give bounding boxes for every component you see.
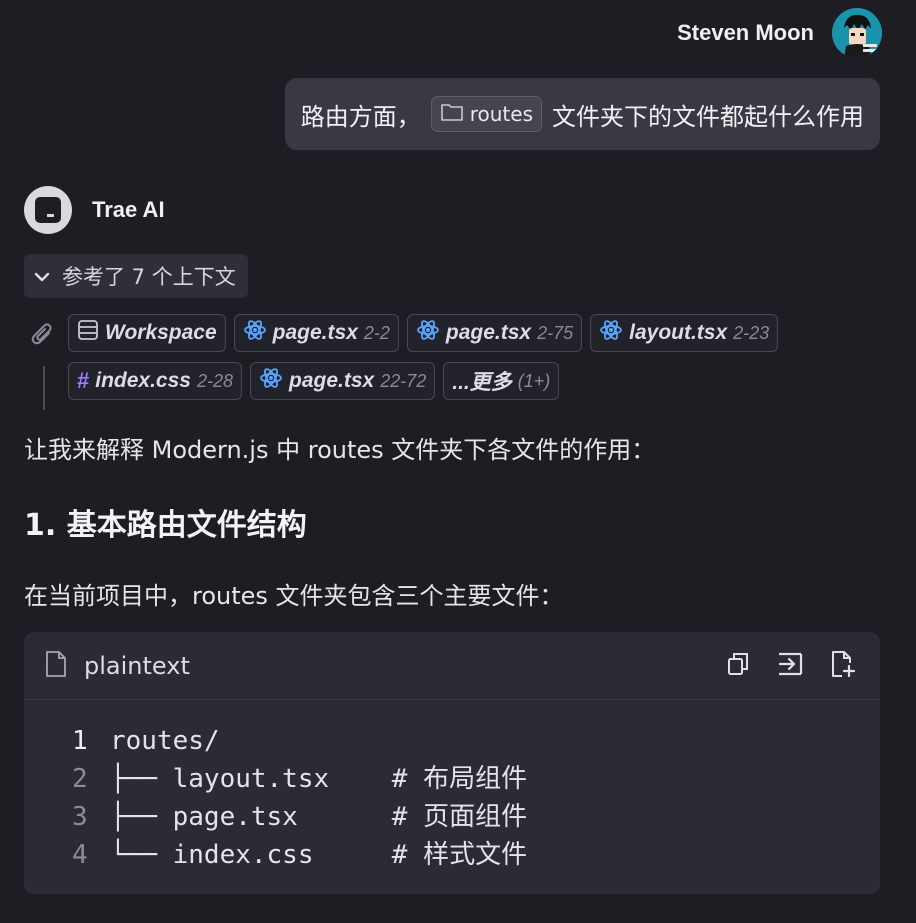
context-toggle[interactable]: 参考了 7 个上下文	[24, 254, 248, 298]
context-chip-name: layout.tsx	[629, 321, 728, 344]
code-text: ├── page.tsx # 页面组件	[110, 802, 528, 832]
code-text: └── index.css # 样式文件	[110, 840, 528, 870]
context-chip-workspace[interactable]: Workspace	[68, 314, 226, 352]
new-file-icon[interactable]	[830, 650, 856, 682]
answer-intro: 让我来解释 Modern.js 中 routes 文件夹下各文件的作用：	[24, 436, 656, 464]
folder-reference-chip[interactable]: routes	[430, 96, 542, 132]
css-hash-icon: #	[77, 368, 90, 393]
assistant-name: Trae AI	[92, 197, 165, 222]
context-chip-name: Workspace	[105, 321, 217, 344]
context-chip-file[interactable]: page.tsx 2-2	[233, 314, 399, 352]
context-chip-more[interactable]: ...更多 (1+)	[443, 362, 560, 400]
insert-code-icon[interactable]	[776, 651, 804, 681]
code-block-header: plaintext	[24, 632, 880, 700]
context-chip-range: (1+)	[517, 370, 551, 391]
context-chip-name: page.tsx	[272, 321, 358, 344]
user-name: Steven Moon	[677, 20, 814, 45]
chevron-down-icon	[34, 264, 50, 288]
code-text: routes/	[110, 726, 220, 756]
user-message-text-after: 文件夹下的文件都起什么作用	[552, 102, 864, 131]
copy-icon[interactable]	[726, 651, 750, 681]
context-chip-file[interactable]: page.tsx 2-75	[406, 314, 583, 352]
context-chip-name: page.tsx	[289, 369, 375, 392]
file-icon	[44, 650, 68, 682]
code-line: 2 ├── layout.tsx # 布局组件	[72, 760, 880, 798]
line-number: 4	[72, 840, 88, 870]
react-icon	[416, 318, 440, 348]
folder-icon	[440, 102, 464, 127]
folder-chip-label: routes	[469, 102, 533, 126]
assistant-header: Trae AI	[24, 186, 165, 234]
context-chip-name: ...更多	[452, 371, 512, 394]
context-toggle-label: 参考了 7 个上下文	[62, 265, 236, 289]
context-chip-range: 2-23	[733, 322, 770, 343]
code-text: ├── layout.tsx # 布局组件	[110, 764, 528, 794]
workspace-icon	[77, 319, 99, 347]
user-avatar[interactable]	[832, 8, 882, 58]
code-actions	[726, 650, 856, 682]
assistant-avatar	[24, 186, 72, 234]
user-message-text-before: 路由方面，	[300, 102, 421, 131]
context-chip-range: 2-75	[537, 322, 574, 343]
code-line: 1 routes/	[72, 722, 880, 760]
line-number: 3	[72, 802, 88, 832]
context-chip-file[interactable]: page.tsx 22-72	[250, 362, 436, 400]
context-chip-range: 2-28	[196, 370, 234, 391]
context-chip-file[interactable]: layout.tsx 2-23	[590, 314, 779, 352]
answer-paragraph: 在当前项目中，routes 文件夹包含三个主要文件：	[24, 582, 564, 610]
code-language: plaintext	[84, 651, 190, 680]
line-number: 1	[72, 726, 88, 756]
paperclip-icon	[30, 322, 56, 352]
answer-heading: 1. 基本路由文件结构	[24, 508, 307, 543]
context-chip-file[interactable]: # index.css 2-28	[68, 362, 243, 400]
line-number: 2	[72, 764, 88, 794]
context-chip-name: index.css	[95, 369, 191, 392]
context-divider	[43, 366, 45, 410]
code-body[interactable]: 1 routes/ 2 ├── layout.tsx # 布局组件 3 ├── …	[24, 700, 880, 874]
context-chip-name: page.tsx	[445, 321, 532, 344]
user-message-bubble: 路由方面， routes 文件夹下的文件都起什么作用	[284, 78, 880, 150]
context-chip-range: 22-72	[380, 370, 427, 391]
context-chips: Workspace page.tsx 2-2 page.tsx 2-75 lay…	[30, 314, 870, 410]
user-header: Steven Moon	[677, 8, 882, 58]
react-icon	[243, 318, 267, 348]
context-chip-range: 2-2	[363, 322, 390, 343]
react-icon	[259, 366, 283, 396]
react-icon	[599, 318, 623, 348]
code-line: 4 └── index.css # 样式文件	[72, 836, 880, 874]
code-block: plaintext 1 routes/ 2 ├── layout.tsx # 布…	[24, 632, 880, 894]
trae-logo-icon	[35, 197, 61, 223]
code-line: 3 ├── page.tsx # 页面组件	[72, 798, 880, 836]
